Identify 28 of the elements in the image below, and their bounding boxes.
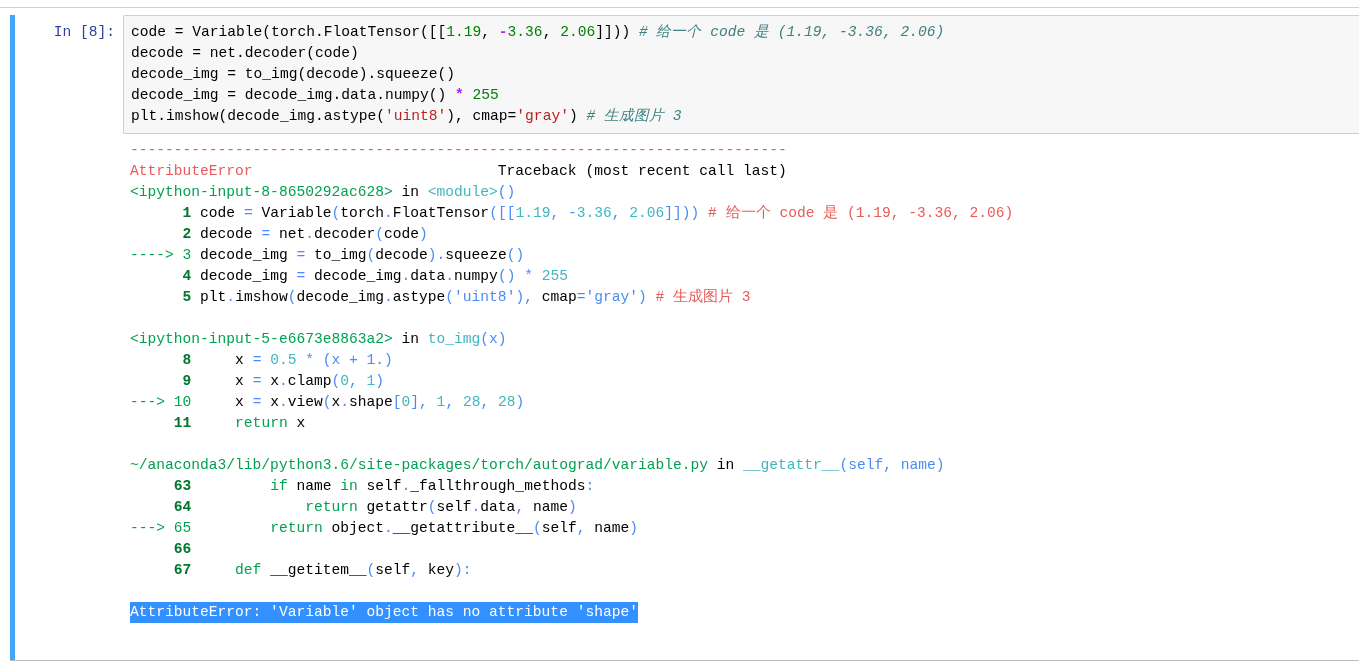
code-line: decode = net.decoder(code) xyxy=(131,44,359,63)
traceback-line: 2 decode = net.decoder(code) xyxy=(181,225,428,244)
traceback-line: 1 code = Variable(torch.FloatTensor([[1.19, -3.36, 2.06]])) # 给一个 code 是 (1.19, -3.36, 2.06) xyxy=(181,204,1014,223)
traceback-line: 67 def __getitem__(self, key): xyxy=(172,561,472,580)
traceback-line: 9 x = x.clamp(0, 1) xyxy=(181,372,385,391)
frame-header: ~/anaconda3/lib/python3.6/site-packages/torch/autograd/variable.py in __getattr__(self, name) xyxy=(130,456,945,475)
traceback-line: 64 return getattr(self.data, name) xyxy=(172,498,577,517)
traceback-line: 66 xyxy=(172,540,193,559)
traceback-line: 11 return x xyxy=(172,414,306,433)
traceback-line: 5 plt.imshow(decode_img.astype('uint8'), cmap='gray') # 生成图片 3 xyxy=(181,287,751,307)
traceback-rule: --------------------------------------------------------------------------- xyxy=(130,141,787,160)
code-editor[interactable] xyxy=(123,15,1359,134)
error-message: AttributeError: 'Variable' object has no attribute 'shape' xyxy=(130,602,638,623)
traceback-line: ----> 3 decode_img = to_img(decode).squeeze() xyxy=(130,246,525,265)
frame-header: <ipython-input-8-8650292ac628> in <module>() xyxy=(130,183,516,202)
traceback-line: 63 if name in self._fallthrough_methods: xyxy=(172,477,595,496)
traceback-line: 4 decode_img = decode_img.data.numpy() * 255 xyxy=(181,267,568,286)
code-line: decode_img = decode_img.data.numpy() * 255 xyxy=(131,86,499,105)
traceback-line: ---> 65 return object.__getattribute__(self, name) xyxy=(130,519,638,538)
traceback-title: Traceback (most recent call last) xyxy=(497,162,787,181)
code-line: decode_img = to_img(decode).squeeze() xyxy=(131,65,456,84)
error-name: AttributeError xyxy=(130,162,253,181)
traceback-line: ---> 10 x = x.view(x.shape[0], 1, 28, 28) xyxy=(130,393,525,412)
input-prompt: In [8]: xyxy=(53,23,115,42)
code-line: code = Variable(torch.FloatTensor([[1.19, -3.36, 2.06]])) # 给一个 code 是 (1.19, -3.36, 2.06) xyxy=(131,23,945,42)
code-line: plt.imshow(decode_img.astype('uint8'), cmap='gray') # 生成图片 3 xyxy=(131,107,682,126)
frame-header: <ipython-input-5-e6673e8863a2> in to_img(x) xyxy=(130,330,507,349)
traceback-line: 8 x = 0.5 * (x + 1.) xyxy=(181,351,393,370)
